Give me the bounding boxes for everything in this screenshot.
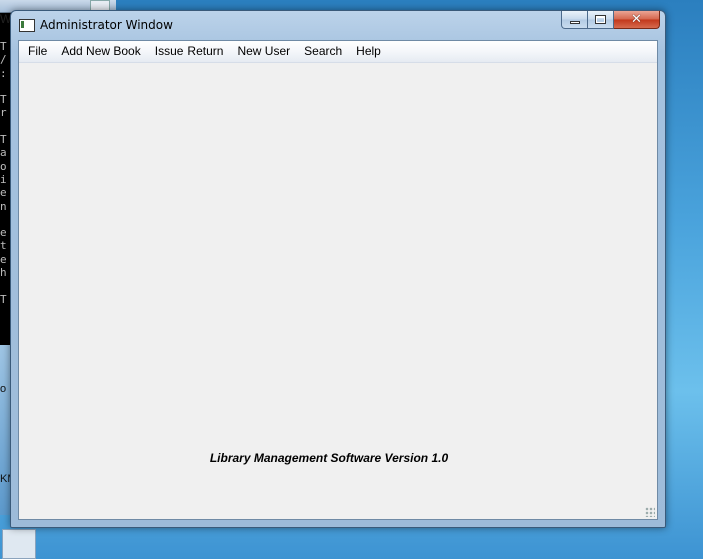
caption-buttons: ✕ bbox=[561, 11, 660, 31]
maximize-icon bbox=[595, 15, 606, 24]
version-label: Library Management Software Version 1.0 bbox=[209, 451, 449, 465]
menu-file[interactable]: File bbox=[21, 41, 54, 62]
menu-search[interactable]: Search bbox=[297, 41, 349, 62]
menu-new-user[interactable]: New User bbox=[230, 41, 297, 62]
menu-bar: File Add New Book Issue Return New User … bbox=[19, 41, 657, 63]
app-window-icon[interactable] bbox=[19, 19, 35, 32]
administrator-window: Administrator Window ✕ File Add New Book… bbox=[10, 10, 666, 528]
background-label: o bbox=[0, 383, 7, 395]
window-titlebar[interactable]: Administrator Window ✕ bbox=[11, 11, 665, 39]
maximize-button[interactable] bbox=[588, 11, 614, 29]
minimize-button[interactable] bbox=[561, 11, 588, 29]
menu-help[interactable]: Help bbox=[349, 41, 388, 62]
menu-issue[interactable]: Issue bbox=[148, 41, 186, 62]
window-client-area: File Add New Book Issue Return New User … bbox=[18, 40, 658, 520]
menu-return[interactable]: Return bbox=[185, 41, 230, 62]
window-title: Administrator Window bbox=[40, 18, 173, 32]
resize-grip[interactable] bbox=[645, 507, 655, 517]
background-window-edge: o KM bbox=[0, 345, 17, 515]
minimize-icon bbox=[569, 21, 580, 24]
close-icon: ✕ bbox=[631, 12, 642, 27]
menu-add-new-book[interactable]: Add New Book bbox=[54, 41, 147, 62]
taskbar-thumbnail[interactable] bbox=[2, 529, 36, 559]
close-button[interactable]: ✕ bbox=[614, 11, 660, 29]
desktop: W T / : T r T a o i e n e t e h T o KM A… bbox=[0, 0, 703, 559]
